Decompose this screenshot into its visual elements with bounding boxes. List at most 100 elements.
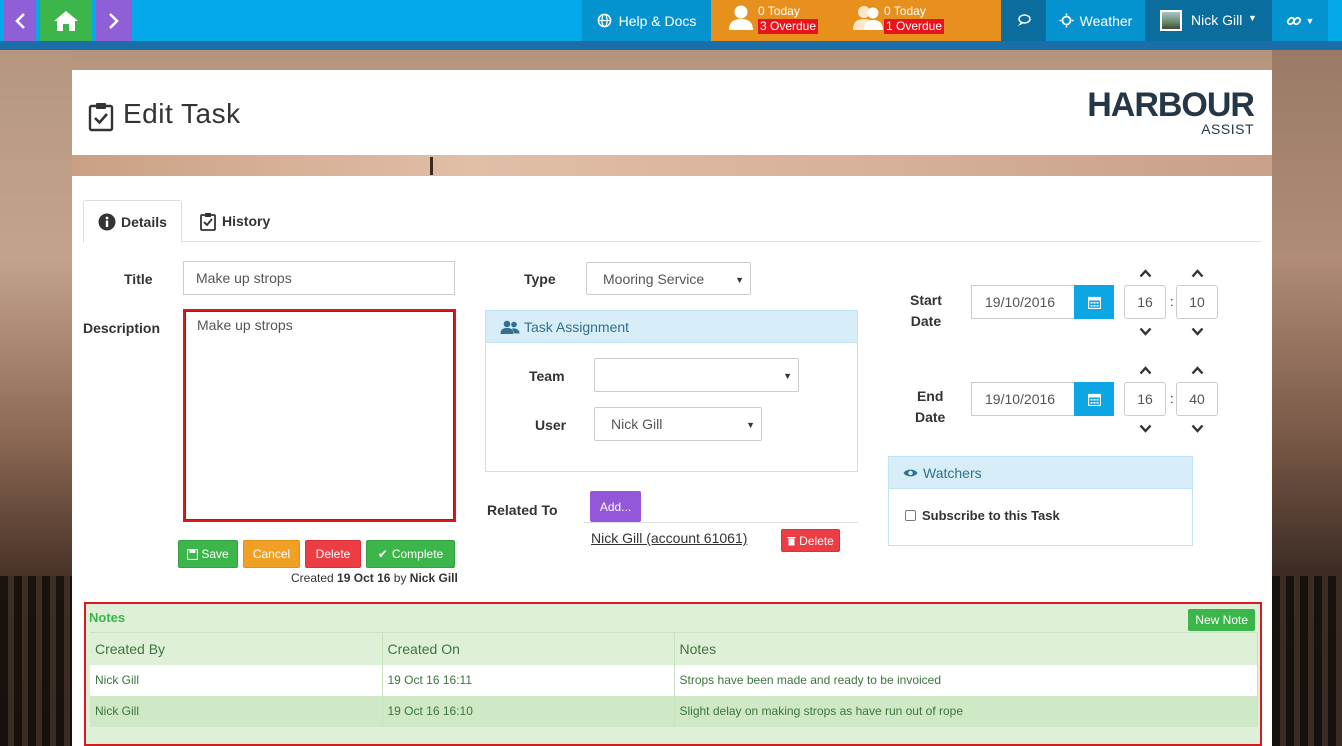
- team-tasks-today: 0 Today: [884, 4, 926, 18]
- title-label: Title: [124, 271, 153, 287]
- info-icon: [98, 213, 116, 230]
- end-date-label: End Date: [915, 386, 945, 428]
- page-title: Edit Task: [123, 98, 241, 129]
- table-row[interactable]: Nick Gill 19 Oct 16 16:10 Slight delay o…: [90, 695, 1258, 727]
- weather-button[interactable]: Weather: [1046, 0, 1145, 41]
- sun-icon: [1059, 13, 1074, 28]
- logo-text: HARBOUR: [1087, 86, 1255, 124]
- note-created-on: 19 Oct 16 16:11: [382, 664, 675, 696]
- end-hour-input[interactable]: 16: [1124, 382, 1166, 416]
- chevron-right-icon: [109, 12, 119, 29]
- tab-details[interactable]: Details: [83, 200, 182, 243]
- chat-button[interactable]: [1001, 0, 1046, 41]
- chevron-up-icon: [1191, 365, 1203, 374]
- notes-section: Notes New Note Created By Created On Not…: [84, 602, 1262, 746]
- end-label-line2: Date: [915, 409, 946, 425]
- harbour-assist-logo: HARBOUR ASSIST: [1087, 86, 1255, 137]
- start-minute-down[interactable]: [1189, 325, 1205, 337]
- start-label-line2: Date: [910, 313, 942, 329]
- end-hour-down[interactable]: [1137, 422, 1153, 434]
- add-related-button[interactable]: Add...: [590, 491, 641, 522]
- my-tasks-counter[interactable]: 0 Today 3 Overdue: [727, 4, 819, 34]
- related-account-link[interactable]: Nick Gill (account 61061): [591, 530, 747, 546]
- topbar-divider: [0, 41, 1342, 50]
- start-time-separator: :: [1170, 294, 1174, 309]
- start-hour-down[interactable]: [1137, 325, 1153, 337]
- save-label: Save: [201, 547, 229, 561]
- tab-history[interactable]: History: [186, 200, 284, 242]
- calendar-icon: [1087, 393, 1101, 406]
- subscribe-checkbox[interactable]: [905, 510, 916, 521]
- back-button[interactable]: [4, 0, 36, 41]
- help-docs-button[interactable]: Help & Docs: [582, 0, 711, 41]
- caret-down-icon: ▼: [746, 420, 755, 430]
- start-label-line1: Start: [910, 292, 942, 308]
- background-left: [0, 50, 72, 746]
- home-button[interactable]: [40, 0, 92, 41]
- links-menu[interactable]: ▼: [1272, 0, 1328, 41]
- chevron-down-icon: [1191, 327, 1203, 336]
- delete-button[interactable]: Delete: [305, 540, 361, 568]
- help-docs-label: Help & Docs: [618, 12, 697, 29]
- note-text: Slight delay on making strops as have ru…: [674, 695, 1258, 727]
- team-tasks-counter[interactable]: 0 Today 1 Overdue: [852, 4, 945, 34]
- team-select[interactable]: ▼: [594, 358, 799, 392]
- cancel-button[interactable]: Cancel: [243, 540, 300, 568]
- check-icon: ✔: [377, 547, 388, 561]
- start-date-input[interactable]: 19/10/2016: [971, 285, 1075, 319]
- type-label: Type: [524, 271, 556, 287]
- title-input[interactable]: Make up strops: [183, 261, 455, 295]
- complete-button[interactable]: ✔ Complete: [366, 540, 455, 568]
- delete-related-button[interactable]: Delete: [781, 529, 840, 552]
- calendar-icon: [1087, 296, 1101, 309]
- weather-label: Weather: [1079, 12, 1133, 29]
- note-text: Strops have been made and ready to be in…: [674, 664, 1258, 696]
- watchers-title: Watchers: [923, 464, 982, 481]
- end-minute-input[interactable]: 40: [1176, 382, 1218, 416]
- type-select[interactable]: Mooring Service ▼: [586, 262, 751, 295]
- start-minute-up[interactable]: [1189, 267, 1205, 279]
- team-label: Team: [529, 368, 565, 384]
- delete-label: Delete: [315, 547, 351, 561]
- end-minute-down[interactable]: [1189, 422, 1205, 434]
- task-form-card: Details History Title Make up strops Des…: [72, 176, 1272, 746]
- link-icon: [1286, 16, 1301, 25]
- logo-subtext: ASSIST: [1201, 121, 1254, 137]
- my-tasks-overdue: 3 Overdue: [758, 19, 819, 34]
- description-textarea[interactable]: Make up strops: [183, 309, 456, 522]
- cancel-label: Cancel: [252, 547, 291, 561]
- end-hour-up[interactable]: [1137, 364, 1153, 376]
- user-select[interactable]: Nick Gill ▼: [594, 407, 762, 441]
- start-hour-up[interactable]: [1137, 267, 1153, 279]
- end-date-input[interactable]: 19/10/2016: [971, 382, 1075, 416]
- user-menu[interactable]: Nick Gill ▼: [1145, 0, 1272, 41]
- column-notes: Notes: [674, 632, 1258, 665]
- chevron-down-icon: [1139, 424, 1151, 433]
- column-created-on: Created On: [382, 632, 675, 665]
- description-label: Description: [83, 320, 161, 336]
- start-minute-input[interactable]: 10: [1176, 285, 1218, 319]
- note-created-on: 19 Oct 16 16:10: [382, 695, 675, 727]
- top-navbar: Help & Docs 0 Today 3 Overdue 0 Today 1 …: [0, 0, 1342, 41]
- chevron-up-icon: [1139, 268, 1151, 277]
- new-note-button[interactable]: New Note: [1188, 609, 1255, 631]
- end-minute-up[interactable]: [1189, 364, 1205, 376]
- notes-header-row: Created By Created On Notes: [90, 632, 1258, 665]
- delete-related-label: Delete: [799, 533, 834, 548]
- save-button[interactable]: Save: [178, 540, 238, 568]
- page-header: Edit Task HARBOUR ASSIST: [72, 70, 1272, 155]
- chevron-down-icon: [1191, 424, 1203, 433]
- forward-button[interactable]: [96, 0, 132, 41]
- task-assignment-panel: Task Assignment Team ▼ User Nick Gill ▼: [485, 310, 858, 472]
- caret-down-icon: ▼: [735, 274, 744, 285]
- end-date-calendar-button[interactable]: [1074, 382, 1114, 416]
- table-row[interactable]: Nick Gill 19 Oct 16 16:11 Strops have be…: [90, 664, 1258, 696]
- user-label: User: [535, 417, 567, 433]
- created-date: 19 Oct 16: [337, 571, 391, 585]
- start-date-calendar-button[interactable]: [1074, 285, 1114, 319]
- column-created-by: Created By: [90, 632, 383, 665]
- note-created-by: Nick Gill: [90, 664, 383, 696]
- start-hour-input[interactable]: 16: [1124, 285, 1166, 319]
- user-name: Nick Gill: [1191, 12, 1243, 28]
- user-icon: [729, 5, 753, 30]
